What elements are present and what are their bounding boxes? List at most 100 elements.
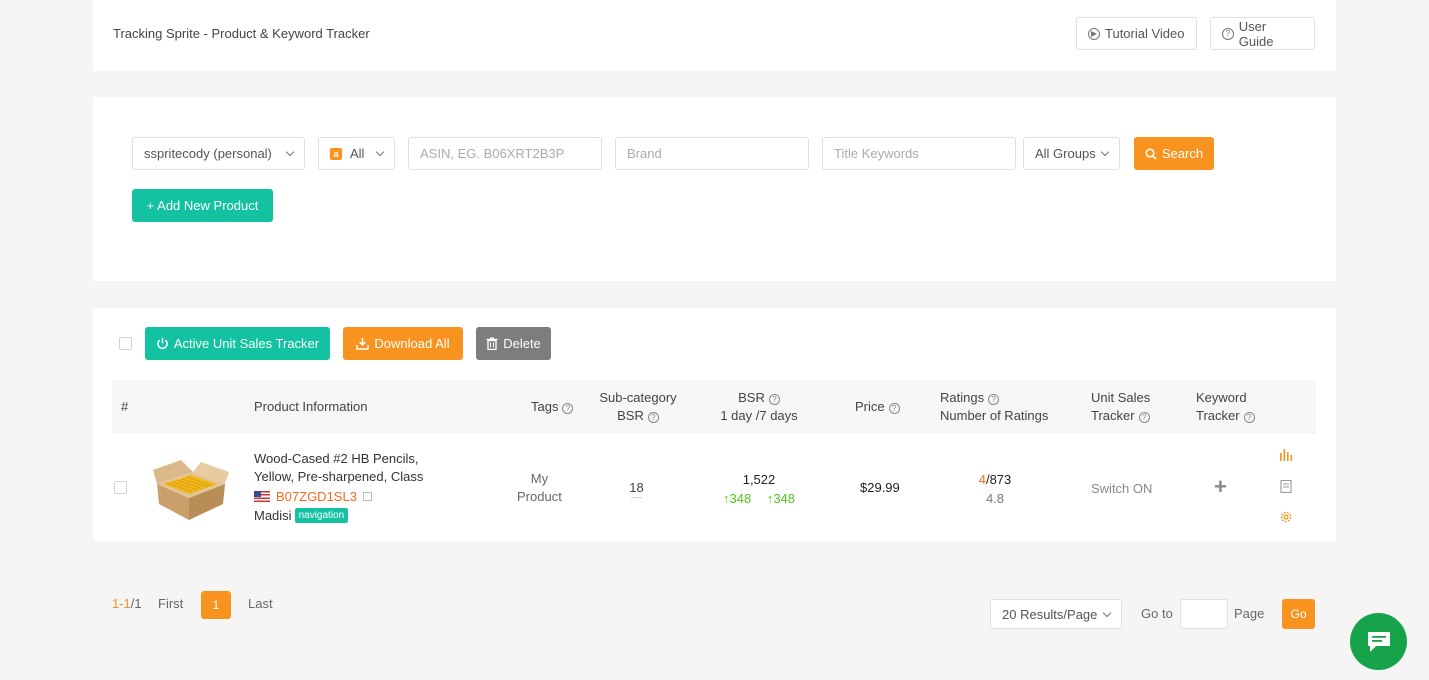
- col-unit-tracker-label: Tracker: [1091, 408, 1135, 423]
- bsr-7days-change: 348: [773, 491, 796, 506]
- help-icon: ?: [1222, 27, 1234, 40]
- brand-tag-badge: navigation: [294, 508, 349, 523]
- help-icon[interactable]: ?: [562, 403, 574, 414]
- delete-button[interactable]: Delete: [476, 327, 551, 360]
- result-range-value: 1-1: [112, 596, 131, 611]
- ratings-value: 4/873: [965, 470, 1025, 489]
- asin-link[interactable]: B07ZGD1SL3: [276, 489, 357, 504]
- header-card: Tracking Sprite - Product & Keyword Trac…: [93, 0, 1336, 71]
- col-price-label: Price: [855, 399, 885, 414]
- go-button[interactable]: Go: [1282, 599, 1315, 629]
- help-icon[interactable]: ?: [988, 394, 1000, 405]
- active-unit-sales-tracker-label: Active Unit Sales Tracker: [173, 336, 320, 351]
- help-icon[interactable]: ?: [647, 412, 659, 423]
- col-bsr: BSR? 1 day /7 days: [704, 389, 814, 425]
- product-name-line1: Wood-Cased #2 HB Pencils,: [254, 451, 419, 466]
- col-ratings-label: Ratings: [940, 390, 985, 405]
- col-price: Price?: [855, 398, 900, 416]
- bsr-1day-change: 348: [729, 491, 752, 506]
- search-button[interactable]: Search: [1134, 137, 1214, 170]
- account-select[interactable]: sspritecody (personal): [132, 137, 305, 170]
- tags-cell: My Product: [517, 470, 562, 506]
- page-number-current[interactable]: 1: [201, 591, 231, 619]
- account-value: sspritecody (personal): [144, 146, 272, 161]
- play-icon: ▶: [1088, 27, 1100, 40]
- brand-input[interactable]: Brand: [615, 137, 809, 170]
- help-icon[interactable]: ?: [1138, 412, 1150, 423]
- select-all-checkbox[interactable]: [119, 337, 132, 350]
- chevron-down-icon: [1102, 608, 1112, 617]
- col-keyword-tracker: Keyword Tracker?: [1196, 389, 1255, 425]
- power-icon: [157, 338, 168, 350]
- col-unit-sales-label: Unit Sales: [1091, 390, 1151, 405]
- search-label: Search: [1161, 146, 1204, 161]
- bar-chart-icon[interactable]: [1279, 449, 1293, 461]
- group-select[interactable]: All Groups: [1023, 137, 1120, 170]
- help-icon[interactable]: ?: [1243, 412, 1255, 423]
- brand-placeholder: Brand: [627, 146, 662, 161]
- add-new-product-button[interactable]: + Add New Product: [132, 189, 273, 222]
- col-number-of-ratings-label: Number of Ratings: [940, 408, 1049, 423]
- help-icon[interactable]: ?: [768, 394, 780, 405]
- add-keyword-tracker-button[interactable]: +: [1214, 474, 1227, 500]
- search-icon: [1145, 147, 1157, 160]
- active-unit-sales-tracker-button[interactable]: Active Unit Sales Tracker: [145, 327, 330, 360]
- asin-input[interactable]: ASIN, EG. B06XRT2B3P: [408, 137, 602, 170]
- col-ratings: Ratings? Number of Ratings: [940, 389, 1048, 425]
- rating-average: 4.8: [985, 491, 1005, 506]
- filter-card: sspritecody (personal) a All ASIN, EG. B…: [93, 97, 1336, 281]
- help-icon[interactable]: ?: [888, 403, 900, 414]
- tutorial-video-label: Tutorial Video: [1105, 26, 1185, 41]
- unit-sales-tracker-status[interactable]: Switch ON: [1091, 481, 1152, 496]
- trash-icon: [486, 337, 498, 350]
- result-range: 1-1/1: [112, 596, 142, 611]
- col-bsr-range-label: 1 day /7 days: [720, 408, 798, 423]
- tag-line1: My: [530, 471, 549, 486]
- download-all-button[interactable]: Download All: [343, 327, 463, 360]
- col-keyword-label: Keyword: [1196, 390, 1247, 405]
- row-checkbox[interactable]: [114, 481, 127, 494]
- chevron-down-icon: [1100, 147, 1110, 157]
- product-name[interactable]: Wood-Cased #2 HB Pencils, Yellow, Pre-sh…: [254, 450, 444, 486]
- add-new-product-label: + Add New Product: [146, 198, 259, 213]
- first-page-link[interactable]: First: [158, 596, 183, 611]
- product-name-line2: Yellow, Pre-sharpened, Class: [254, 469, 424, 484]
- brand-row: Madisi navigation: [254, 508, 349, 523]
- page-number-input[interactable]: [1180, 599, 1228, 629]
- last-page-link[interactable]: Last: [248, 596, 273, 611]
- bsr-value: 1,522: [742, 472, 776, 487]
- col-tags-label: Tags: [531, 399, 559, 414]
- user-guide-label: User Guide: [1238, 18, 1274, 49]
- amazon-icon: a: [330, 147, 342, 160]
- notes-icon[interactable]: [1280, 480, 1292, 493]
- chevron-down-icon: [285, 147, 295, 157]
- chevron-down-icon: [375, 147, 385, 157]
- product-thumbnail[interactable]: [153, 454, 229, 524]
- bsr-change: ↑348 ↑348: [709, 489, 809, 508]
- number-of-ratings: /873: [985, 472, 1012, 487]
- col-bsr-label: BSR: [738, 390, 765, 405]
- result-total: /1: [130, 596, 142, 611]
- us-flag-icon: [254, 491, 270, 502]
- title-keywords-input[interactable]: Title Keywords: [822, 137, 1016, 170]
- col-keyword-tracker-label: Tracker: [1196, 408, 1240, 423]
- title-keywords-placeholder: Title Keywords: [834, 146, 919, 161]
- download-icon: [356, 338, 370, 350]
- user-guide-button[interactable]: ? User Guide: [1210, 17, 1315, 50]
- col-subcategory-bsr-label: BSR: [617, 408, 644, 423]
- marketplace-select[interactable]: a All: [318, 137, 395, 170]
- col-index: #: [121, 399, 129, 414]
- rating-count: 4: [978, 472, 986, 487]
- ratings-cell: 4/873 4.8: [965, 470, 1025, 508]
- col-unit-sales-tracker: Unit Sales Tracker?: [1091, 389, 1150, 425]
- page-label: Page: [1234, 606, 1265, 621]
- settings-gear-icon[interactable]: [1279, 510, 1293, 524]
- tag-line2: Product: [517, 489, 562, 504]
- tutorial-video-button[interactable]: ▶ Tutorial Video: [1076, 17, 1197, 50]
- download-all-label: Download All: [374, 336, 450, 351]
- col-subcategory-label: Sub-category: [599, 390, 677, 405]
- col-subcategory-bsr: Sub-category BSR?: [588, 389, 688, 425]
- external-link-icon[interactable]: [362, 492, 372, 501]
- chat-widget-button[interactable]: [1350, 613, 1407, 670]
- results-per-page-select[interactable]: 20 Results/Page: [990, 599, 1122, 629]
